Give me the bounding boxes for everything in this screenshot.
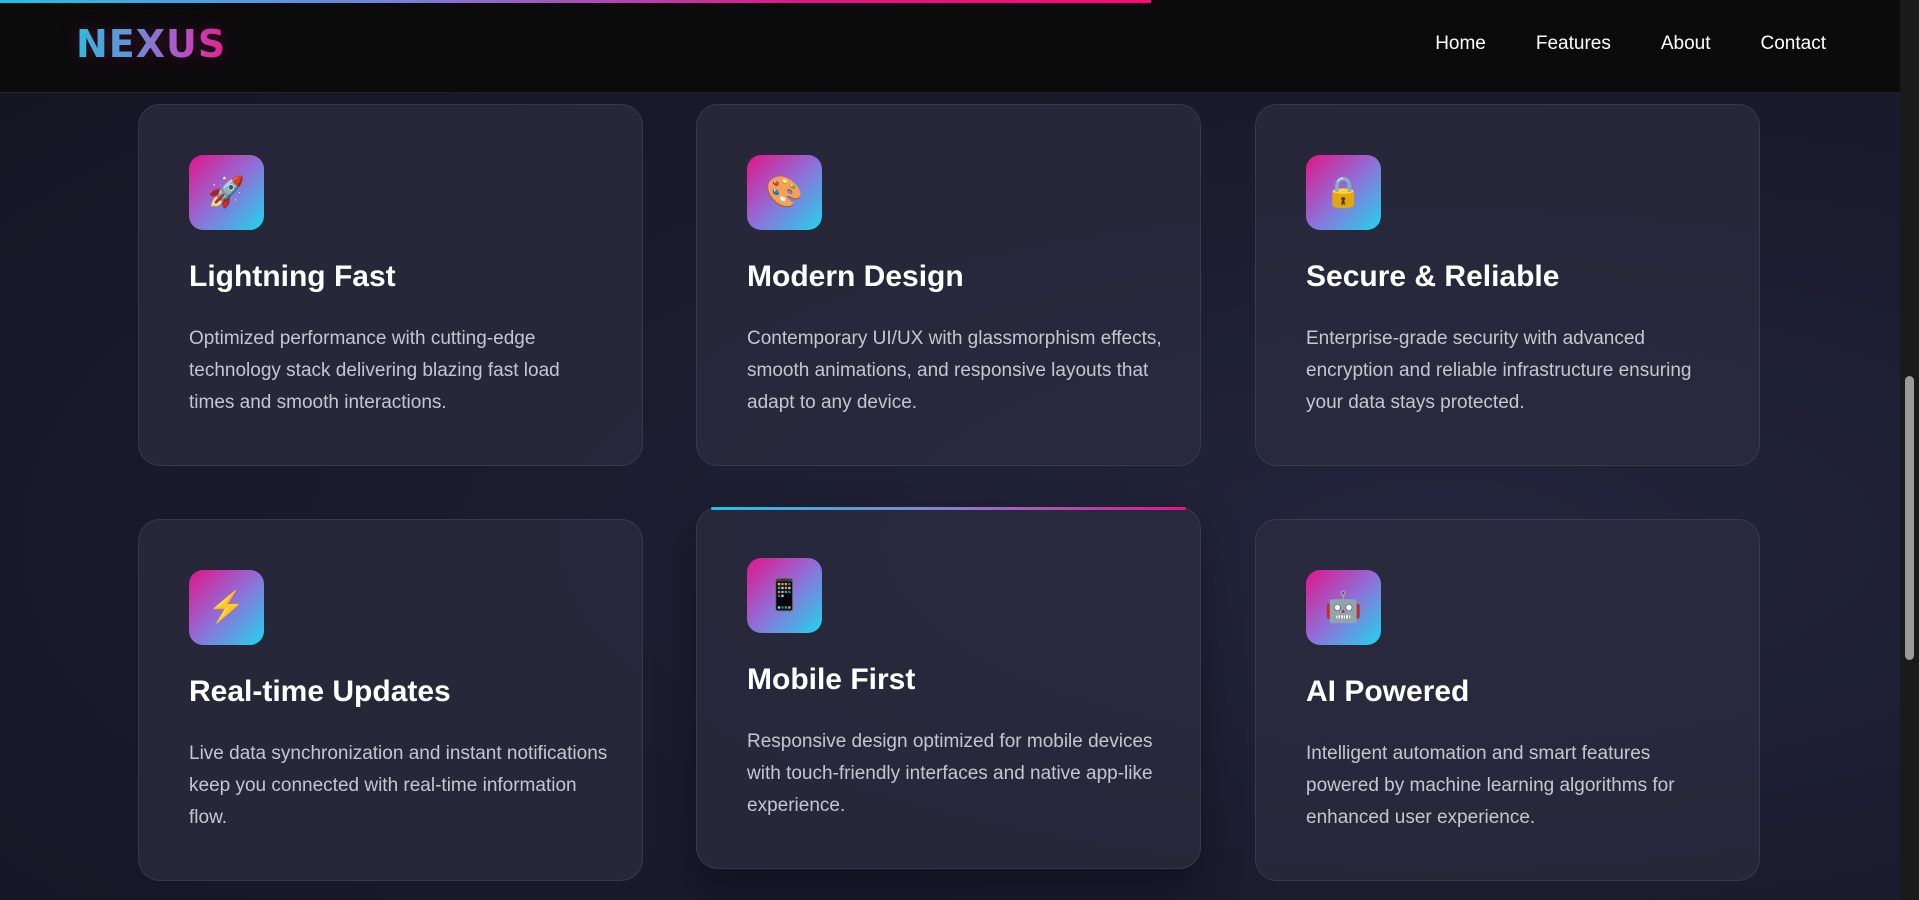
brand-logo[interactable]: NEXUS	[76, 22, 226, 66]
feature-description: Responsive design optimized for mobile d…	[747, 731, 1153, 816]
feature-title: Mobile First	[747, 663, 916, 696]
feature-card-real-time-updates[interactable]: ⚡ Real-time Updates Live data synchroniz…	[138, 519, 643, 881]
navbar: NEXUS Home Features About Contact	[0, 0, 1900, 93]
scroll-progress-bar	[0, 0, 1152, 3]
feature-description: Contemporary UI/UX with glassmorphism ef…	[747, 328, 1162, 413]
feature-card-modern-design[interactable]: 🎨 Modern Design Contemporary UI/UX with …	[696, 104, 1201, 466]
feature-card-lightning-fast[interactable]: 🚀 Lightning Fast Optimized performance w…	[138, 104, 643, 466]
mobile-icon: 📱	[747, 558, 822, 633]
nav-menu: Home Features About Contact	[1435, 33, 1826, 55]
nav-link-home[interactable]: Home	[1435, 33, 1486, 55]
nav-link-about[interactable]: About	[1661, 33, 1711, 55]
lock-icon: 🔒	[1306, 155, 1381, 230]
feature-title: Real-time Updates	[189, 675, 451, 708]
feature-title: Modern Design	[747, 260, 964, 293]
feature-title: AI Powered	[1306, 675, 1470, 708]
rocket-icon: 🚀	[189, 155, 264, 230]
feature-card-ai-powered[interactable]: 🤖 AI Powered Intelligent automation and …	[1255, 519, 1760, 881]
scrollbar-thumb[interactable]	[1905, 376, 1914, 660]
feature-card-secure-reliable[interactable]: 🔒 Secure & Reliable Enterprise-grade sec…	[1255, 104, 1760, 466]
feature-title: Lightning Fast	[189, 260, 396, 293]
nav-link-features[interactable]: Features	[1536, 33, 1611, 55]
lightning-icon: ⚡	[189, 570, 264, 645]
feature-card-mobile-first[interactable]: 📱 Mobile First Responsive design optimiz…	[696, 507, 1201, 869]
feature-description: Enterprise-grade security with advanced …	[1306, 328, 1692, 413]
page-scrollbar[interactable]	[1900, 0, 1919, 900]
feature-description: Intelligent automation and smart feature…	[1306, 743, 1675, 828]
feature-description: Optimized performance with cutting-edge …	[189, 328, 560, 413]
robot-icon: 🤖	[1306, 570, 1381, 645]
feature-title: Secure & Reliable	[1306, 260, 1560, 293]
palette-icon: 🎨	[747, 155, 822, 230]
card-hover-accent-line	[711, 507, 1186, 510]
nav-link-contact[interactable]: Contact	[1761, 33, 1826, 55]
feature-description: Live data synchronization and instant no…	[189, 743, 608, 828]
